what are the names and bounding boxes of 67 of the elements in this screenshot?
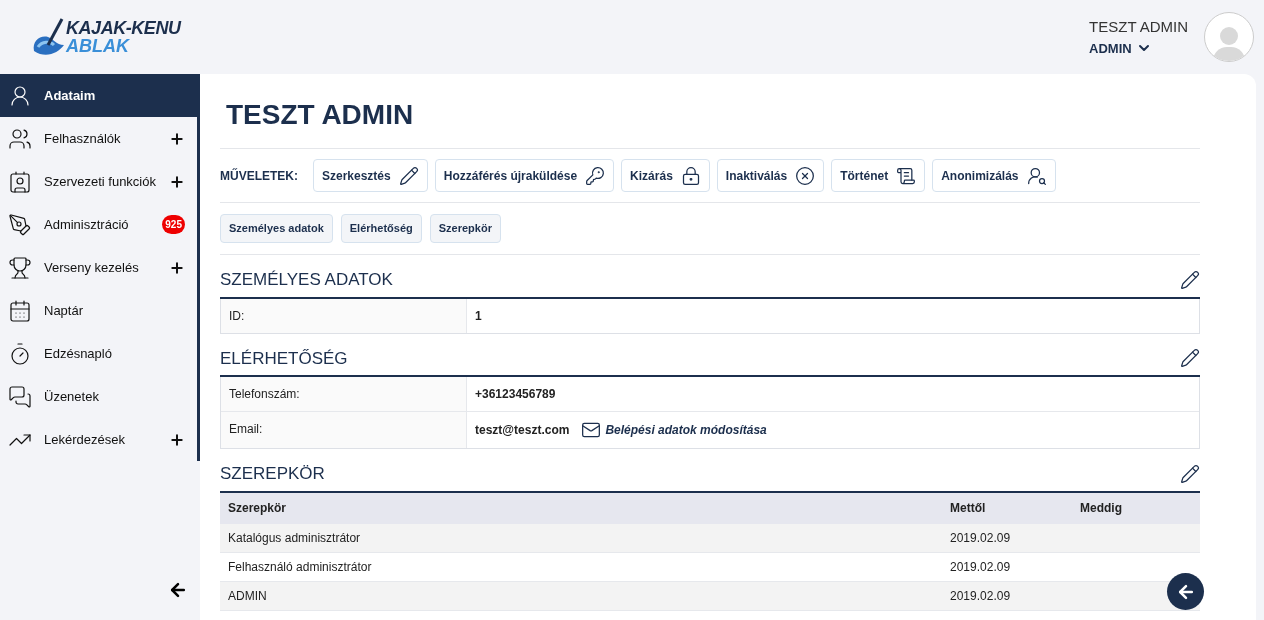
column-header: Szerepkör [220,492,942,524]
user-question-icon [1026,165,1047,186]
sidebar-item[interactable]: Adataim [0,74,197,117]
action-button[interactable]: Történet [831,159,926,192]
count-badge: 925 [162,215,185,234]
sidebar-item[interactable]: Naptár [0,289,197,332]
section-link[interactable]: Elérhetőség [340,214,422,243]
user-icon [8,83,32,108]
sidebar-item[interactable]: Üzenetek [0,375,197,418]
table-cell: 2019.02.09 [950,530,1011,545]
logo-subtitle: ABLAK [66,37,131,55]
action-button[interactable]: Kizárás [621,159,710,192]
pen-nib-icon [8,212,32,237]
lock-icon [680,165,701,186]
section-link[interactable]: Szerepkör [429,214,501,243]
field-label: Telefonszám: [229,387,300,401]
edit-login-link[interactable]: Belépési adatok módosítása [581,420,767,440]
expand-icon[interactable] [169,130,185,147]
action-button[interactable]: Inaktiválás [716,159,825,192]
pencil-icon [398,165,419,186]
action-button[interactable]: Anonimizálás [932,159,1056,192]
collapse-icon[interactable] [168,580,188,600]
logo-title: KAJAK-KENU [66,19,181,37]
action-button[interactable]: Szerkesztés [313,159,428,192]
section-link[interactable]: Személyes adatok [220,214,333,243]
role-dropdown[interactable]: ADMIN [1089,38,1188,58]
column-header: Mettől [942,492,1072,524]
actions-label: MŰVELETEK: [220,167,298,185]
sidebar-item[interactable]: Edzésnapló [0,332,197,375]
field-value: 1 [475,307,482,325]
expand-icon[interactable] [169,173,185,190]
sidebar-item[interactable]: Verseny kezelés [0,246,197,289]
chat-bubbles-icon [8,384,32,409]
scroll-icon [896,165,917,186]
field-value: +36123456789 [475,386,556,403]
table-cell: 2019.02.09 [950,589,1011,603]
mail-icon [581,420,602,440]
page-title: TESZT ADMIN [220,86,1200,149]
contact-card-icon [8,169,32,194]
edit-icon[interactable] [1180,348,1200,369]
stopwatch-icon [8,341,32,366]
section-title: ELÉRHETŐSÉG [220,347,348,370]
x-circle-icon [795,165,816,186]
key-icon [585,165,606,186]
edit-icon[interactable] [1180,269,1200,290]
field-label: ID: [229,308,245,323]
field-label: Email: [229,422,263,436]
expand-icon[interactable] [169,431,185,448]
table-cell: ADMIN [228,589,267,603]
sidebar-item[interactable]: Lekérdezések [0,418,197,461]
action-button[interactable]: Hozzáférés újraküldése [434,159,615,192]
calendar-icon [8,298,32,323]
user-name: TESZT ADMIN [1089,17,1188,37]
users-icon [8,126,32,151]
sidebar-item[interactable]: Felhasználók [0,117,197,160]
column-header: Meddig [1072,492,1200,524]
table-cell: Katalógus adminisztrátor [228,530,361,545]
expand-icon[interactable] [169,259,185,276]
field-value: teszt@teszt.com [475,422,570,439]
trophy-icon [8,255,32,280]
sidebar-item[interactable]: Szervezeti funkciók [0,160,197,203]
section-title: SZEREPKÖR [220,463,325,485]
table-cell: 2019.02.09 [950,560,1011,574]
sidebar-item[interactable]: Adminisztráció 925 [0,203,197,246]
edit-icon[interactable] [1180,463,1200,484]
table-cell: Felhasználó adminisztrátor [228,560,372,574]
section-title: SZEMÉLYES ADATOK [220,269,393,291]
